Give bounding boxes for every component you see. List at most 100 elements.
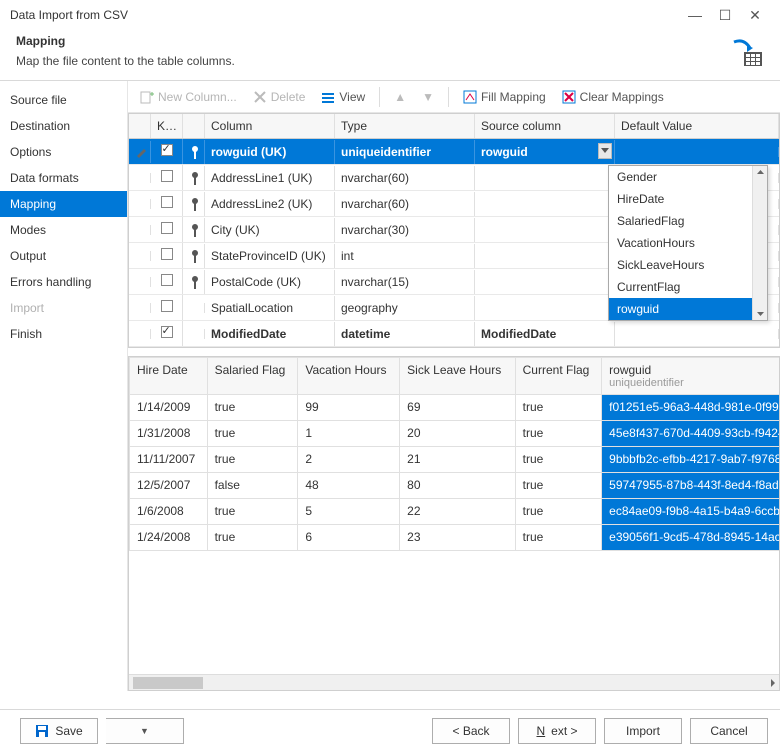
column-type: nvarchar(30) [335, 218, 475, 242]
preview-h-scrollbar[interactable] [129, 674, 779, 690]
sidebar-item-import: Import [0, 295, 127, 321]
sidebar-item-options[interactable]: Options [0, 139, 127, 165]
preview-cell: true [515, 473, 602, 499]
close-button[interactable]: ✕ [740, 7, 770, 24]
col-header-default[interactable]: Default Value [615, 114, 779, 138]
column-name: AddressLine1 (UK) [205, 166, 335, 190]
delete-button[interactable]: Delete [247, 87, 312, 107]
preview-row[interactable]: 11/11/2007true221true9bbbfb2c-efbb-4217-… [130, 447, 780, 473]
view-icon [321, 90, 335, 104]
cancel-button[interactable]: Cancel [690, 718, 768, 744]
preview-row[interactable]: 1/24/2008true623truee39056f1-9cd5-478d-8… [130, 525, 780, 551]
preview-cell: 1 [298, 421, 400, 447]
chevron-up-icon: ▲ [394, 90, 406, 104]
default-value-cell[interactable] [615, 329, 779, 339]
preview-cell: true [515, 421, 602, 447]
preview-cell: 1/31/2008 [130, 421, 208, 447]
preview-column-header[interactable]: Sick Leave Hours [400, 358, 515, 395]
source-column-cell[interactable]: ModifiedDate [475, 322, 615, 346]
dropdown-item[interactable]: HireDate [609, 188, 767, 210]
preview-column-header[interactable]: Hire Date [130, 358, 208, 395]
preview-row[interactable]: 1/6/2008true522trueec84ae09-f9b8-4a15-b4… [130, 499, 780, 525]
preview-cell: true [207, 395, 298, 421]
dropdown-item[interactable]: Gender [609, 166, 767, 188]
row-edit-indicator [129, 251, 151, 261]
source-column-cell[interactable] [475, 303, 615, 313]
move-up-button[interactable]: ▲ [388, 87, 412, 107]
mapping-row[interactable]: rowguid (UK)uniqueidentifierrowguid [129, 139, 779, 165]
preview-cell: 1/14/2009 [130, 395, 208, 421]
source-column-dropdown[interactable]: GenderHireDateSalariedFlagVacationHoursS… [608, 165, 768, 321]
sidebar-item-source-file[interactable]: Source file [0, 87, 127, 113]
page-title: Mapping [16, 34, 730, 48]
key-checkbox[interactable] [151, 165, 183, 190]
preview-cell: 1/6/2008 [130, 499, 208, 525]
dropdown-arrow[interactable] [598, 143, 612, 159]
preview-column-header[interactable]: Current Flag [515, 358, 602, 395]
column-type: geography [335, 296, 475, 320]
preview-cell: ec84ae09-f9b8-4a15-b4a9-6ccbab919b08 [602, 499, 780, 525]
row-edit-indicator [129, 277, 151, 287]
source-column-cell[interactable] [475, 251, 615, 261]
save-button[interactable]: Save [20, 718, 98, 744]
source-column-cell[interactable] [475, 173, 615, 183]
delete-icon [253, 90, 267, 104]
key-checkbox[interactable] [151, 321, 183, 346]
key-checkbox[interactable] [151, 295, 183, 320]
maximize-button[interactable]: ☐ [710, 7, 740, 24]
sidebar-item-output[interactable]: Output [0, 243, 127, 269]
preview-row[interactable]: 12/5/2007false4880true59747955-87b8-443f… [130, 473, 780, 499]
preview-column-header[interactable]: rowguiduniqueidentifier [602, 358, 780, 395]
key-icon [183, 218, 205, 242]
dropdown-item[interactable]: SickLeaveHours [609, 254, 767, 276]
col-header-column[interactable]: Column [205, 114, 335, 138]
preview-row[interactable]: 1/14/2009true9969truef01251e5-96a3-448d-… [130, 395, 780, 421]
mapping-row[interactable]: ModifiedDatedatetimeModifiedDate [129, 321, 779, 347]
default-value-cell[interactable] [615, 147, 779, 157]
new-column-button[interactable]: New Column... [134, 87, 243, 107]
next-button[interactable]: Next > [518, 718, 596, 744]
preview-grid[interactable]: Hire DateSalaried FlagVacation HoursSick… [128, 356, 780, 691]
back-button[interactable]: < Back [432, 718, 510, 744]
save-dropdown-button[interactable]: ▼ [106, 718, 184, 744]
key-checkbox[interactable] [151, 139, 183, 164]
col-header-key[interactable]: Key [151, 114, 183, 138]
wizard-header: Mapping Map the file content to the tabl… [0, 30, 780, 81]
sidebar-item-errors-handling[interactable]: Errors handling [0, 269, 127, 295]
minimize-button[interactable]: — [680, 7, 710, 23]
source-column-cell[interactable] [475, 199, 615, 209]
preview-column-header[interactable]: Vacation Hours [298, 358, 400, 395]
source-column-cell[interactable] [475, 225, 615, 235]
sidebar-item-mapping[interactable]: Mapping [0, 191, 127, 217]
clear-mappings-button[interactable]: Clear Mappings [556, 87, 670, 107]
key-checkbox[interactable] [151, 243, 183, 268]
dropdown-item[interactable]: VacationHours [609, 232, 767, 254]
source-column-cell[interactable]: rowguid [475, 140, 615, 164]
fill-mapping-button[interactable]: Fill Mapping [457, 87, 552, 107]
dropdown-item[interactable]: rowguid▼ [609, 298, 767, 320]
column-type: nvarchar(15) [335, 270, 475, 294]
row-edit-indicator [129, 225, 151, 235]
preview-cell: 11/11/2007 [130, 447, 208, 473]
move-down-button[interactable]: ▼ [416, 87, 440, 107]
import-button[interactable]: Import [604, 718, 682, 744]
dropdown-scrollbar[interactable] [752, 166, 767, 320]
source-column-cell[interactable] [475, 277, 615, 287]
preview-row[interactable]: 1/31/2008true120true45e8f437-670d-4409-9… [130, 421, 780, 447]
column-type: nvarchar(60) [335, 192, 475, 216]
preview-cell: 80 [400, 473, 515, 499]
key-checkbox[interactable] [151, 191, 183, 216]
view-button[interactable]: View [315, 87, 371, 107]
dropdown-item[interactable]: CurrentFlag [609, 276, 767, 298]
key-checkbox[interactable] [151, 269, 183, 294]
key-checkbox[interactable] [151, 217, 183, 242]
preview-cell: 20 [400, 421, 515, 447]
col-header-source[interactable]: Source column [475, 114, 615, 138]
sidebar-item-modes[interactable]: Modes [0, 217, 127, 243]
sidebar-item-data-formats[interactable]: Data formats [0, 165, 127, 191]
preview-column-header[interactable]: Salaried Flag [207, 358, 298, 395]
sidebar-item-destination[interactable]: Destination [0, 113, 127, 139]
dropdown-item[interactable]: SalariedFlag [609, 210, 767, 232]
col-header-type[interactable]: Type [335, 114, 475, 138]
sidebar-item-finish[interactable]: Finish [0, 321, 127, 347]
